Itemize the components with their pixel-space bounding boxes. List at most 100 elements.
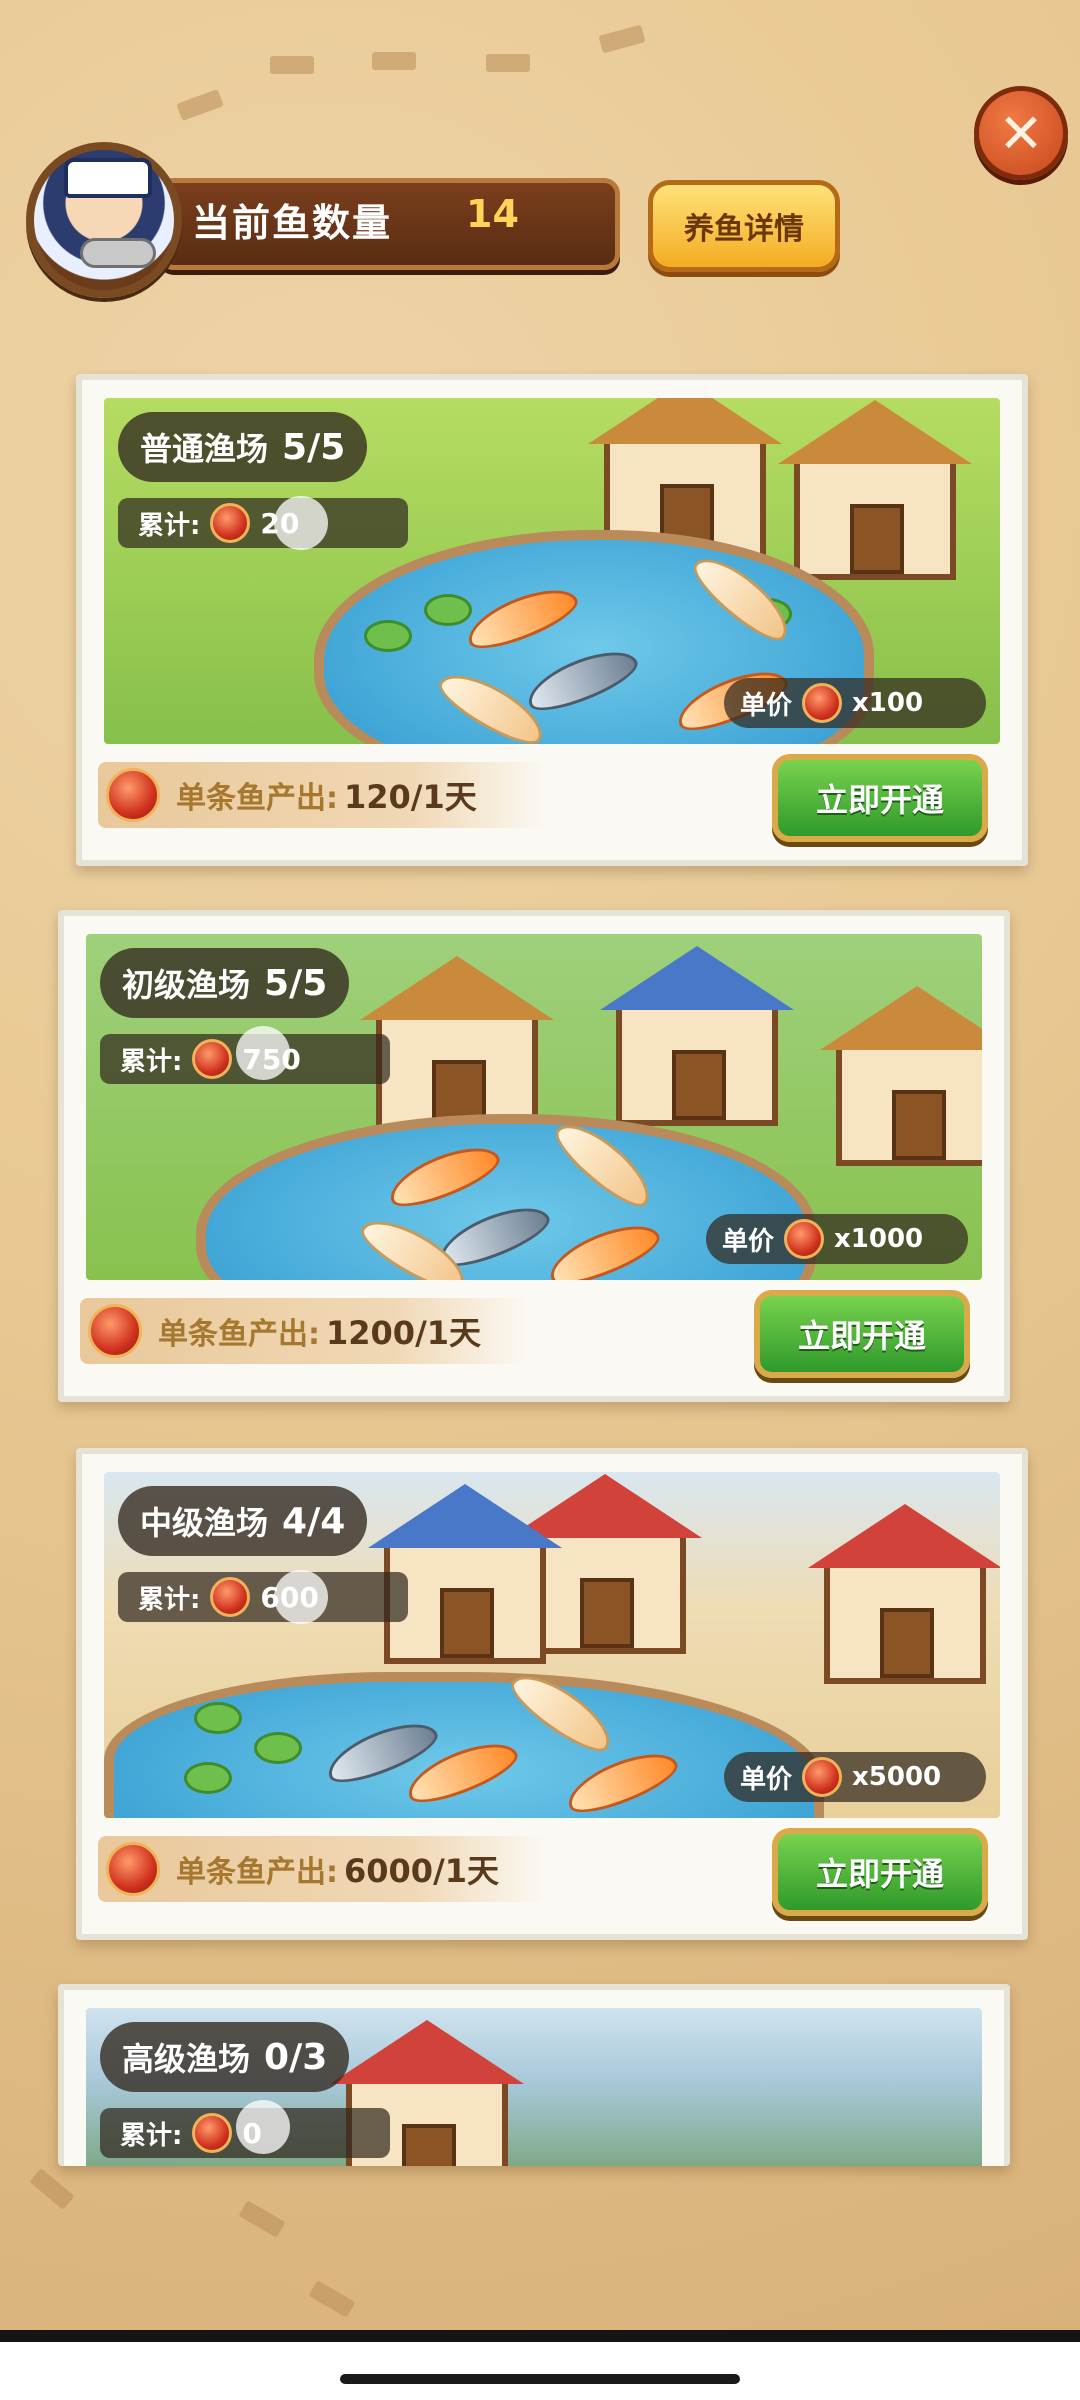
farm-total-badge: 累计: 600	[118, 1572, 408, 1622]
farm-output-value: 120/1天	[344, 778, 477, 816]
sailor-hat-icon	[64, 158, 152, 198]
red-gem-icon	[802, 1757, 843, 1797]
red-gem-icon	[192, 2113, 233, 2153]
farm-price-badge: 单价 x100	[724, 678, 986, 728]
farm-price-label: 单价	[740, 1764, 793, 1795]
house-image	[508, 1474, 702, 1654]
farm-slots: 4/4	[282, 1500, 346, 1542]
house-door	[580, 1578, 634, 1648]
house-image	[600, 946, 794, 1126]
lily-pad	[364, 620, 412, 652]
farm-output-label: 单条鱼产出:	[176, 1855, 338, 1890]
home-indicator[interactable]	[340, 2374, 740, 2384]
house-roof	[588, 398, 782, 444]
farm-scene-image: 高级渔场 0/3 累计: 0	[86, 2008, 982, 2166]
house-roof	[600, 946, 794, 1010]
fish-count-header: 当前鱼数量 14	[26, 142, 620, 298]
touch-indicator	[236, 2100, 290, 2154]
farm-card-basic: 普通渔场 5/5 累计: 20 单价 x100 单条鱼产出: 120/1天 立即…	[76, 374, 1028, 866]
house-door	[850, 504, 904, 574]
house-image	[820, 986, 982, 1166]
farm-output-value: 1200/1天	[326, 1314, 482, 1352]
farm-price-value: x100	[852, 688, 924, 718]
house-door	[440, 1588, 494, 1658]
trail-dash	[270, 56, 314, 74]
farm-price-label: 单价	[722, 1226, 775, 1257]
trail-dash	[372, 52, 416, 70]
trail-dash	[238, 2200, 286, 2238]
red-gem-icon	[802, 683, 843, 723]
red-gem-icon	[106, 1842, 160, 1896]
house-image	[808, 1504, 1000, 1684]
farm-name-badge: 高级渔场 0/3	[100, 2022, 350, 2092]
farm-slots: 0/3	[264, 2036, 328, 2078]
trail-dash	[598, 24, 646, 54]
farm-output-row: 单条鱼产出: 6000/1天	[98, 1836, 546, 1902]
system-nav-bar	[0, 2342, 1080, 2400]
open-farm-button[interactable]: 立即开通	[772, 754, 988, 842]
red-gem-icon	[88, 1304, 142, 1358]
farm-total-label: 累计:	[138, 510, 201, 541]
red-gem-icon	[106, 768, 160, 822]
red-gem-icon	[192, 1039, 233, 1079]
farm-scene-image: 普通渔场 5/5 累计: 20 单价 x100	[104, 398, 1000, 744]
fish-detail-button[interactable]: 养鱼详情	[648, 180, 840, 272]
house-image	[778, 400, 972, 580]
touch-indicator	[236, 1026, 290, 1080]
farm-total-badge: 累计: 20	[118, 498, 408, 548]
lily-pad	[254, 1732, 302, 1764]
farm-output-label: 单条鱼产出:	[158, 1317, 320, 1352]
farm-name: 中级渔场	[140, 1504, 269, 1542]
farm-name-badge: 普通渔场 5/5	[118, 412, 368, 482]
farm-slots: 5/5	[282, 426, 346, 468]
farm-price-badge: 单价 x5000	[724, 1752, 986, 1802]
farm-card-intermediate: 中级渔场 4/4 累计: 600 单价 x5000 单条鱼产出: 6000/1天…	[76, 1448, 1028, 1940]
farm-total-label: 累计:	[138, 1584, 201, 1615]
close-icon[interactable]: ✕	[974, 86, 1068, 180]
house-roof	[368, 1484, 562, 1548]
touch-indicator	[274, 496, 328, 550]
lily-pad	[194, 1702, 242, 1734]
farm-name: 普通渔场	[140, 430, 269, 468]
farm-card-advanced: 高级渔场 0/3 累计: 0	[58, 1984, 1010, 2166]
farm-total-label: 累计:	[120, 1046, 183, 1077]
farm-name-badge: 初级渔场 5/5	[100, 948, 350, 1018]
fish-count-label: 当前鱼数量	[192, 201, 393, 245]
fish-count-value: 14	[466, 192, 519, 236]
red-gem-icon	[210, 1577, 251, 1617]
trail-dash	[29, 2167, 75, 2211]
farm-scene-image: 中级渔场 4/4 累计: 600 单价 x5000	[104, 1472, 1000, 1818]
trail-dash	[486, 54, 530, 72]
farm-output-label: 单条鱼产出:	[176, 781, 338, 816]
farm-output-row: 单条鱼产出: 1200/1天	[80, 1298, 528, 1364]
house-roof	[808, 1504, 1000, 1568]
house-roof	[820, 986, 982, 1050]
farm-price-value: x1000	[834, 1224, 924, 1254]
farm-name: 初级渔场	[122, 966, 251, 1004]
farm-slots: 5/5	[264, 962, 328, 1004]
lily-pad	[424, 594, 472, 626]
house-door	[892, 1090, 946, 1160]
farm-price-label: 单价	[740, 690, 793, 721]
farm-price-value: x5000	[852, 1762, 942, 1792]
trail-dash	[176, 89, 224, 121]
open-farm-button[interactable]: 立即开通	[772, 1828, 988, 1916]
fish-icon	[80, 238, 156, 268]
farm-output-value: 6000/1天	[344, 1852, 500, 1890]
lily-pad	[184, 1762, 232, 1794]
farm-total-label: 累计:	[120, 2120, 183, 2151]
farm-name-badge: 中级渔场 4/4	[118, 1486, 368, 1556]
house-image	[368, 1484, 562, 1664]
house-roof	[330, 2020, 524, 2084]
house-door	[672, 1050, 726, 1120]
red-gem-icon	[784, 1219, 825, 1259]
house-roof	[360, 956, 554, 1020]
farm-output-row: 单条鱼产出: 120/1天	[98, 762, 546, 828]
house-door	[880, 1608, 934, 1678]
open-farm-button[interactable]: 立即开通	[754, 1290, 970, 1378]
trail-dash	[308, 2280, 356, 2318]
touch-indicator	[274, 1570, 328, 1624]
sailor-avatar-icon	[26, 142, 182, 298]
farm-name: 高级渔场	[122, 2040, 251, 2078]
house-roof	[778, 400, 972, 464]
